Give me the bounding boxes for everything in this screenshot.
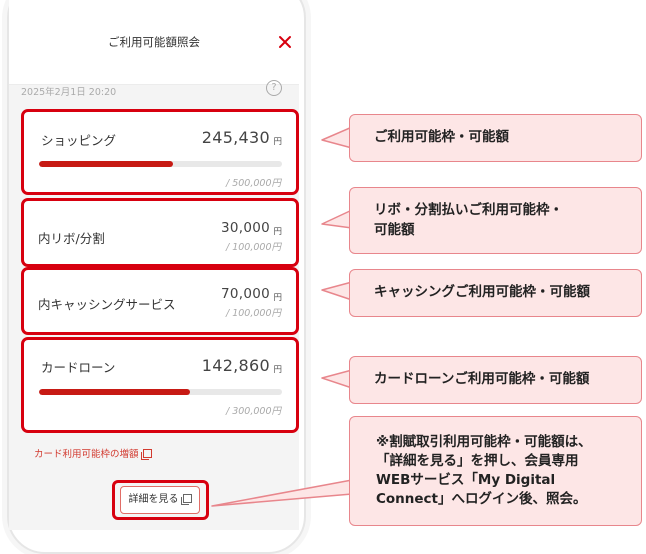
- callout-note-line2: 「詳細を見る」を押し、会員専用: [376, 452, 579, 469]
- callout-note-text: ※割賦取引利用可能枠・可能額は、 「詳細を見る」を押し、会員専用 WEBサービス…: [376, 433, 592, 510]
- callout-loan-text: カードローンご利用可能枠・可能額: [374, 371, 590, 388]
- connector-5: [211, 479, 353, 507]
- callout-cashing-limit: キャッシングご利用可能枠・可能額: [349, 269, 642, 317]
- callout-note-line3: WEBサービス「My Digital: [376, 472, 556, 488]
- connector-4: [321, 369, 353, 389]
- callout-usage-limit-text: ご利用可能枠・可能額: [374, 129, 509, 146]
- connector-3: [321, 281, 353, 301]
- callout-revo-line2: 可能額: [374, 221, 415, 238]
- callout-revo-limit: リボ・分割払いご利用可能枠・ 可能額: [349, 187, 642, 254]
- callout-revo-text: リボ・分割払いご利用可能枠・ 可能額: [374, 201, 563, 240]
- callout-revo-line1: リボ・分割払いご利用可能枠・: [374, 201, 563, 218]
- callout-loan-limit: カードローンご利用可能枠・可能額: [349, 356, 642, 404]
- connector-2: [321, 209, 353, 229]
- callout-usage-limit: ご利用可能枠・可能額: [349, 114, 642, 162]
- callout-note-line1: ※割賦取引利用可能枠・可能額は、: [376, 433, 592, 450]
- callout-installment-note: ※割賦取引利用可能枠・可能額は、 「詳細を見る」を押し、会員専用 WEBサービス…: [349, 416, 642, 526]
- callout-note-line4: Connect」へログイン後、照会。: [376, 491, 587, 508]
- callout-cashing-text: キャッシングご利用可能枠・可能額: [374, 284, 590, 301]
- connector-1: [321, 126, 353, 149]
